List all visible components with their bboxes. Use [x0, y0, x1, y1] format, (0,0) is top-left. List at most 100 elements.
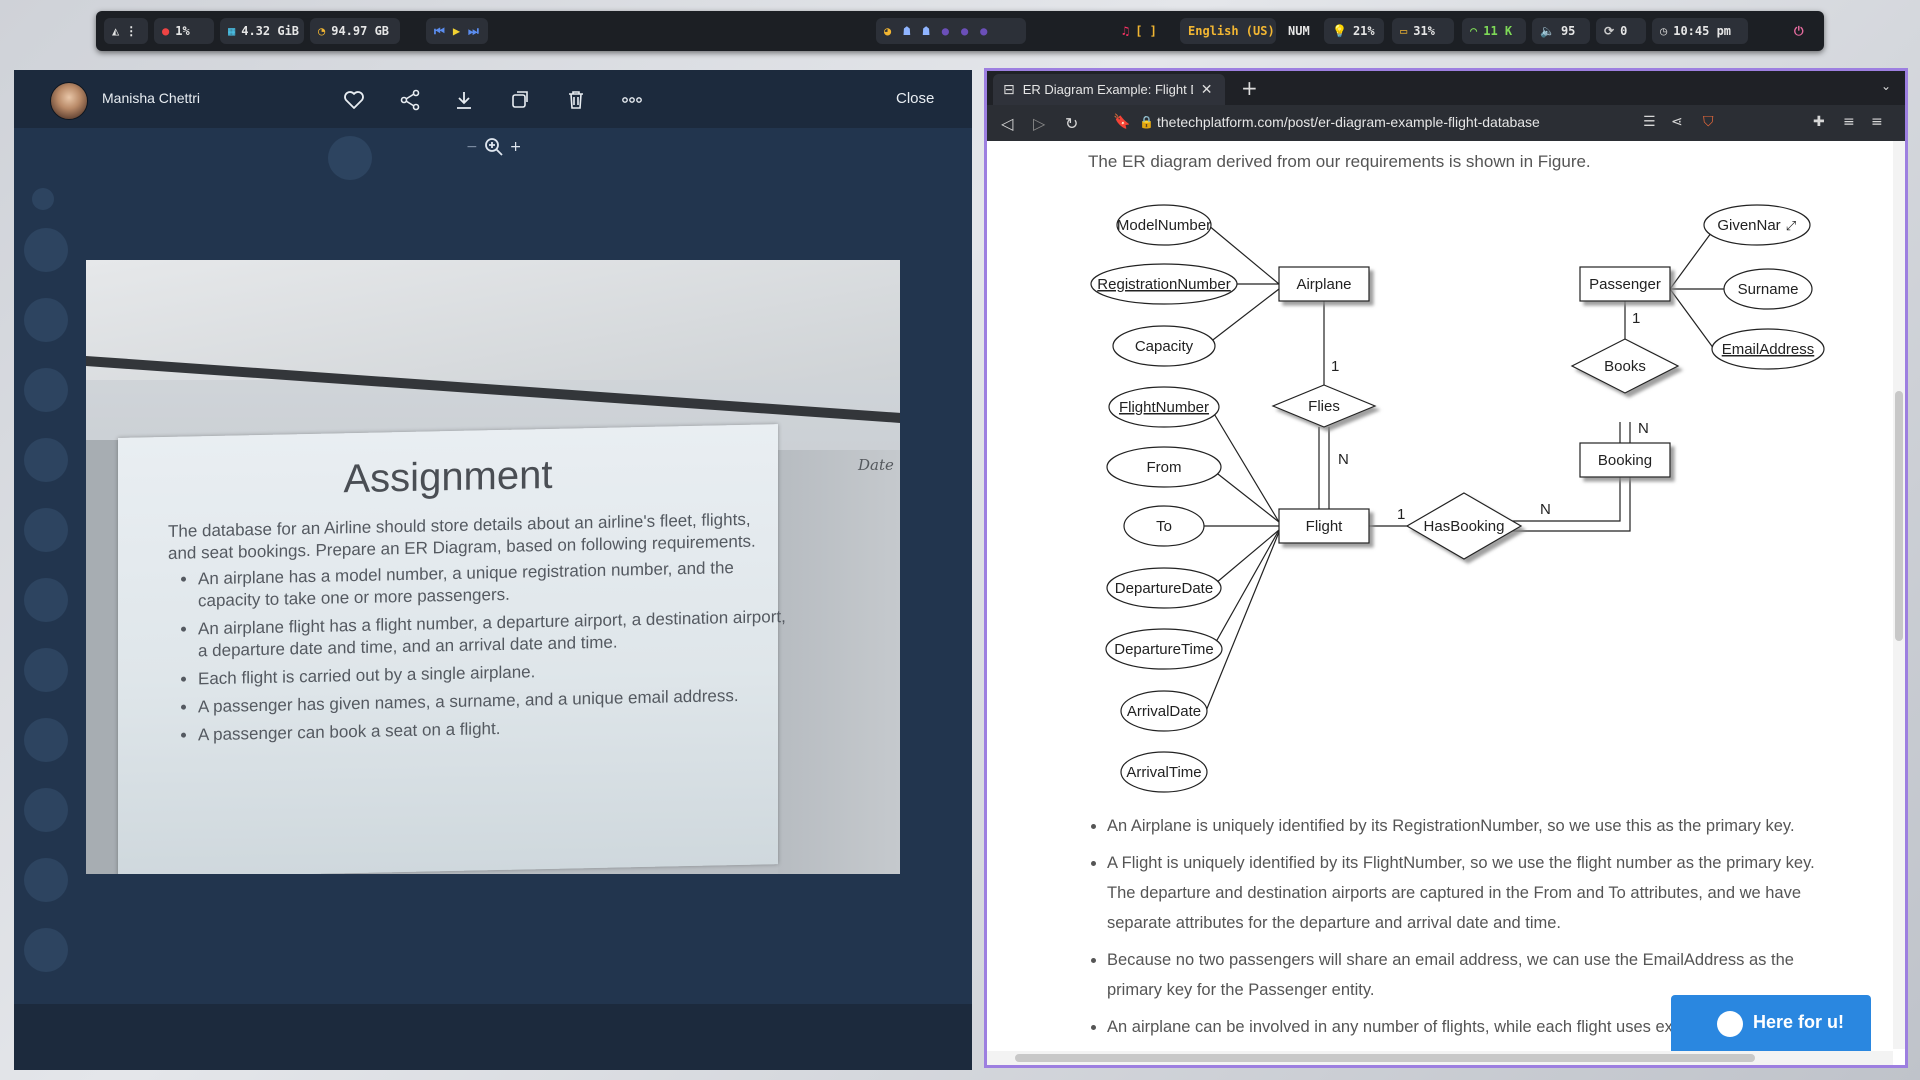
music-indicator: ♫ [ ]: [1114, 18, 1160, 44]
workspace-dot-icon[interactable]: ●: [942, 24, 949, 38]
attribute-arrivaltime: ArrivalTime: [1120, 751, 1208, 793]
ghost-icon[interactable]: ☗: [922, 24, 929, 38]
language-value: English (US): [1188, 24, 1275, 38]
date-scrawl: Date: [858, 456, 894, 474]
speaker-icon: 🔈: [1540, 24, 1555, 38]
tab-list-chevron-icon[interactable]: ⌄: [1881, 79, 1891, 93]
lock-icon: 🔒: [1139, 115, 1154, 129]
close-icon[interactable]: ✕: [1201, 82, 1213, 98]
bookmark-icon[interactable]: 🔖: [1113, 114, 1130, 130]
attribute-label: ArrivalTime: [1126, 764, 1201, 781]
trash-icon: [569, 91, 583, 109]
disk-icon: ◔: [318, 24, 326, 38]
slide-intro: The database for an Airline should store…: [168, 509, 756, 563]
previous-track-icon[interactable]: ⏮: [434, 24, 445, 39]
relationship-label: Flies: [1308, 398, 1340, 415]
playlist-icon[interactable]: ≡: [1843, 114, 1855, 130]
back-icon[interactable]: ◁: [1001, 114, 1013, 133]
brave-shield-icon[interactable]: ⛉: [1703, 114, 1714, 130]
cardinality-label: N: [1540, 501, 1551, 518]
forward-button[interactable]: [504, 84, 536, 116]
attribute-label: ArrivalDate: [1127, 703, 1201, 720]
forward-icon[interactable]: ▷: [1033, 114, 1045, 133]
tab-er-diagram[interactable]: ⊟ ER Diagram Example: Flight D ✕: [993, 74, 1225, 105]
cardinality-label: N: [1638, 420, 1649, 437]
vertical-scrollbar[interactable]: [1893, 141, 1905, 1049]
delete-button[interactable]: [560, 84, 592, 116]
like-button[interactable]: [338, 84, 370, 116]
projector-screen: Assignment The database for an Airline s…: [118, 424, 786, 874]
play-icon[interactable]: ▶: [453, 24, 460, 38]
power-menu[interactable]: ⏻: [1786, 18, 1816, 44]
entity-label: Passenger: [1589, 276, 1661, 293]
cardinality-label: 1: [1331, 358, 1339, 375]
pacman-icon[interactable]: ◕: [884, 24, 891, 38]
entity-flight: Flight: [1278, 508, 1370, 544]
attribute-departuretime: DepartureTime: [1105, 628, 1223, 670]
zoom-controls: − +: [466, 134, 530, 160]
magnifier-icon[interactable]: [484, 137, 504, 157]
reader-mode-icon[interactable]: ☰: [1643, 114, 1656, 130]
heart-icon: [344, 91, 364, 109]
more-options-button[interactable]: [616, 84, 648, 116]
volume-indicator[interactable]: 🔈 95: [1532, 18, 1590, 44]
launcher-button[interactable]: ◭ ⋮: [104, 18, 148, 44]
attribute-label: To: [1156, 518, 1172, 535]
cpu-indicator: ● 1%: [154, 18, 214, 44]
battery-icon: ▭: [1400, 24, 1408, 38]
reload-icon[interactable]: ↻: [1065, 114, 1078, 133]
zoom-out-icon[interactable]: −: [466, 139, 478, 155]
download-button[interactable]: [448, 84, 480, 116]
attribute-capacity: Capacity: [1112, 325, 1216, 367]
relationship-flies: Flies: [1271, 384, 1377, 428]
next-track-icon[interactable]: ⏭: [468, 24, 479, 39]
address-bar[interactable]: thetechplatform.com/post/er-diagram-exam…: [1157, 114, 1540, 130]
list-item: A Flight is uniquely identified by its F…: [1107, 848, 1827, 938]
zoom-in-icon[interactable]: +: [510, 139, 522, 155]
memory-indicator: ▦ 4.32 GiB: [220, 18, 304, 44]
language-indicator[interactable]: English (US): [1180, 18, 1276, 44]
tab-title: ER Diagram Example: Flight D: [1022, 82, 1193, 97]
assignment-photo: Date Assignment The database for an Airl…: [86, 260, 900, 874]
update-icon: ⟳: [1604, 24, 1615, 38]
workspace-dot-icon[interactable]: ●: [980, 24, 987, 38]
attribute-label: ModelNumber: [1117, 217, 1211, 234]
relationship-label: HasBooking: [1424, 518, 1505, 535]
entity-passenger: Passenger: [1579, 266, 1671, 302]
extensions-icon[interactable]: ✚: [1813, 114, 1825, 130]
workspace-dot-icon[interactable]: ●: [961, 24, 968, 38]
attribute-arrivaldate: ArrivalDate: [1120, 690, 1208, 732]
menu-icon[interactable]: ≡: [1871, 114, 1883, 130]
volume-value: 95: [1560, 24, 1576, 38]
navigation-bar: ◁ ▷ ↻ 🔖 🔒 thetechplatform.com/post/er-di…: [987, 105, 1905, 141]
cardinality-label: N: [1338, 451, 1349, 468]
attribute-modelnumber: ModelNumber: [1116, 204, 1212, 246]
tab-bar: ⊟ ER Diagram Example: Flight D ✕ + ⌄: [987, 71, 1905, 105]
attribute-from: From: [1106, 446, 1222, 488]
avatar[interactable]: [50, 82, 88, 120]
attribute-to: To: [1123, 505, 1205, 547]
share-button[interactable]: [394, 84, 426, 116]
forward-icon: [512, 91, 528, 108]
list-item: An Airplane is uniquely identified by it…: [1107, 811, 1827, 841]
cpu-icon: ●: [162, 24, 170, 38]
share-icon[interactable]: ⋖: [1671, 114, 1683, 130]
cardinality-label: 1: [1397, 506, 1405, 523]
share-icon: [400, 89, 420, 111]
clock-icon: ◷: [1660, 24, 1668, 38]
ghost-icon[interactable]: ☗: [903, 24, 910, 38]
updates-value: 0: [1620, 24, 1628, 38]
attribute-surname: Surname: [1723, 268, 1813, 310]
close-button[interactable]: Close: [896, 90, 934, 107]
expand-icon[interactable]: ⤢: [1786, 218, 1796, 233]
slide-requirements: An airplane has a model number, a unique…: [172, 556, 788, 753]
numlock-indicator: NUM: [1280, 18, 1320, 44]
horizontal-scrollbar[interactable]: [987, 1051, 1893, 1065]
music-note-icon: ♫: [1122, 24, 1130, 38]
new-tab-button[interactable]: +: [1241, 76, 1258, 100]
workspace-switcher: ◕ ☗ ☗ ● ● ●: [876, 18, 1026, 44]
chat-widget-button[interactable]: Here for u!: [1671, 995, 1871, 1051]
entity-label: Flight: [1306, 518, 1344, 535]
bulb-icon: 💡: [1332, 24, 1347, 38]
relationship-label: Books: [1604, 358, 1646, 375]
